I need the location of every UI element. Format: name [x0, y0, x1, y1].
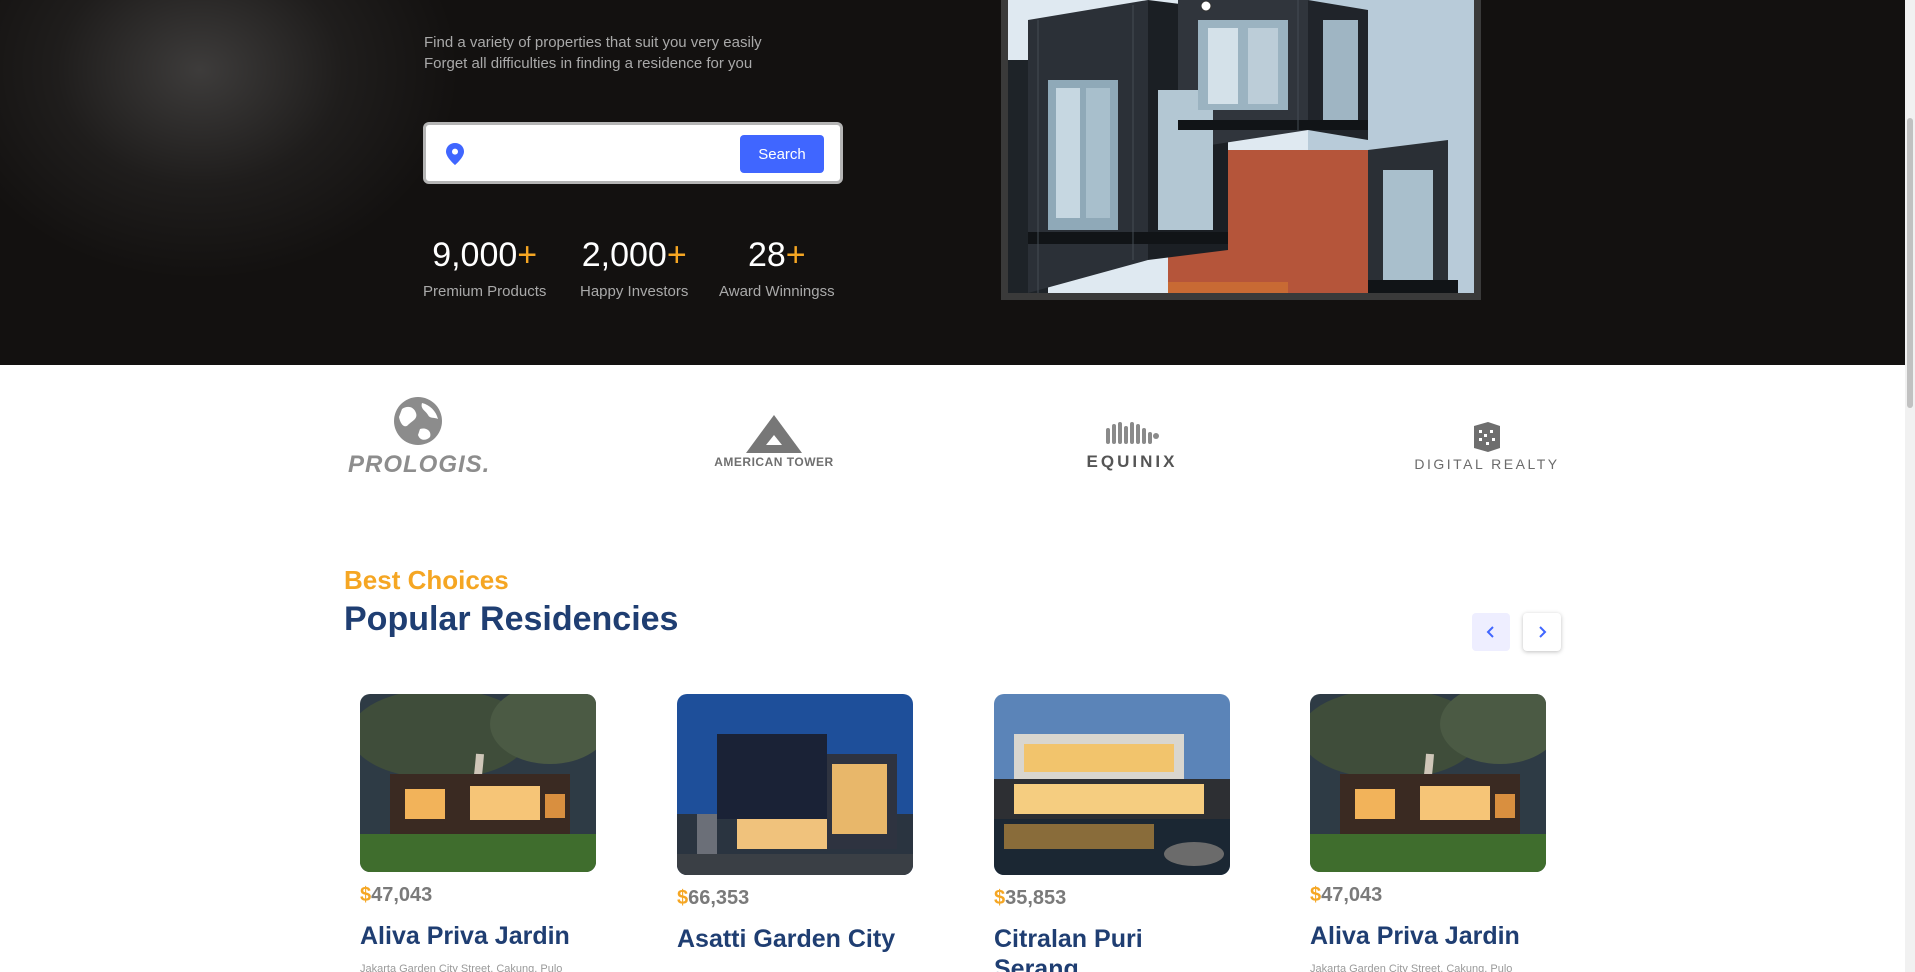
residency-address: Jakarta Garden City Street, Cakung. Pulo [1310, 963, 1513, 972]
stat-plus: + [666, 236, 687, 274]
company-name: DIGITAL REALTY [1414, 456, 1560, 472]
hero-section: Find a variety of properties that suit y… [0, 0, 1905, 365]
residency-name: Aliva Priva Jardin [1310, 922, 1520, 950]
page-scrollbar[interactable] [1905, 0, 1915, 972]
stat-label: Happy Investors [580, 283, 689, 300]
chevron-right-icon [1539, 626, 1547, 638]
stat-value: 28+ [719, 233, 835, 277]
stat-number: 28 [747, 236, 786, 274]
search-button[interactable]: Search [740, 135, 824, 173]
scrollbar-thumb[interactable] [1907, 118, 1913, 408]
carousel-next-button[interactable] [1523, 613, 1561, 651]
hero-building-image [1008, 0, 1474, 293]
location-pin-icon [446, 143, 464, 165]
company-logo-equinix: EQUINIX [1074, 420, 1190, 472]
residency-card[interactable]: $47,043 Aliva Priva Jardin Jakarta Garde… [1310, 694, 1547, 972]
company-logo-prologis: PROLOGIS. [348, 395, 491, 479]
residency-card[interactable]: $35,853 Citralan Puri Serang [994, 694, 1231, 972]
currency-symbol: $ [1310, 884, 1322, 906]
price-value: 66,353 [688, 887, 750, 909]
stat-plus: + [785, 236, 806, 274]
currency-symbol: $ [994, 887, 1006, 909]
residency-name: Aliva Priva Jardin [360, 922, 570, 950]
section-title: Popular Residencies [344, 600, 679, 638]
residency-image [1310, 694, 1546, 872]
stat-label: Premium Products [423, 283, 547, 300]
hero-glow [0, 0, 460, 280]
hero-description-line-1: Find a variety of properties that suit y… [424, 34, 762, 51]
company-name: PROLOGIS. [348, 451, 491, 478]
currency-symbol: $ [360, 884, 372, 906]
cube-icon [1474, 422, 1500, 452]
residency-name: Asatti Garden City [677, 925, 896, 953]
page: Find a variety of properties that suit y… [0, 0, 1915, 972]
price-value: 35,853 [1005, 887, 1067, 909]
search-bar: Search [423, 122, 843, 184]
price-value: 47,043 [1321, 884, 1383, 906]
stat-label: Award Winningss [719, 283, 835, 300]
stat-value: 9,000+ [423, 233, 546, 277]
house-illustration [1310, 694, 1546, 872]
residency-image [360, 694, 596, 872]
stat-happy-investors: 2,000+ Happy Investors [580, 233, 688, 300]
residency-name: Citralan Puri Serang [994, 925, 1143, 972]
tower-icon [746, 415, 802, 453]
company-logo-american-tower: AMERICAN TOWER [702, 415, 846, 469]
house-illustration [360, 694, 596, 872]
residency-card[interactable]: $66,353 Asatti Garden City [677, 694, 914, 954]
residency-image [994, 694, 1230, 875]
stat-premium-products: 9,000+ Premium Products [423, 233, 546, 300]
stat-number: 2,000 [581, 236, 667, 274]
company-name: AMERICAN TOWER [714, 455, 834, 469]
house-illustration [677, 694, 913, 875]
residency-price: $47,043 [360, 884, 597, 907]
house-illustration [994, 694, 1230, 875]
stat-number: 9,000 [432, 236, 518, 274]
company-logo-digital-realty: DIGITAL REALTY [1412, 422, 1562, 472]
building-illustration [1008, 0, 1474, 293]
chevron-left-icon [1486, 626, 1494, 638]
residency-card[interactable]: $47,043 Aliva Priva Jardin Jakarta Garde… [360, 694, 597, 972]
hero-description: Find a variety of properties that suit y… [424, 32, 762, 74]
residency-image [677, 694, 913, 875]
hero-description-line-2: Forget all difficulties in finding a res… [424, 55, 753, 72]
stat-plus: + [517, 236, 538, 274]
companies-section: PROLOGIS. AMERICAN TOWER EQUINIX DIGITAL… [0, 365, 1905, 515]
stat-value: 2,000+ [580, 233, 688, 277]
globe-icon [394, 397, 442, 445]
section-kicker: Best Choices [344, 565, 509, 595]
currency-symbol: $ [677, 887, 689, 909]
residency-price: $47,043 [1310, 884, 1547, 907]
carousel-prev-button[interactable] [1472, 613, 1510, 651]
wave-icon [1106, 422, 1159, 444]
residency-price: $35,853 [994, 887, 1231, 910]
residency-address: Jakarta Garden City Street, Cakung. Pulo [360, 963, 563, 972]
search-input[interactable] [478, 139, 678, 169]
company-name: EQUINIX [1086, 452, 1178, 471]
price-value: 47,043 [371, 884, 433, 906]
residency-price: $66,353 [677, 887, 914, 910]
stat-award-winnings: 28+ Award Winningss [719, 233, 835, 300]
